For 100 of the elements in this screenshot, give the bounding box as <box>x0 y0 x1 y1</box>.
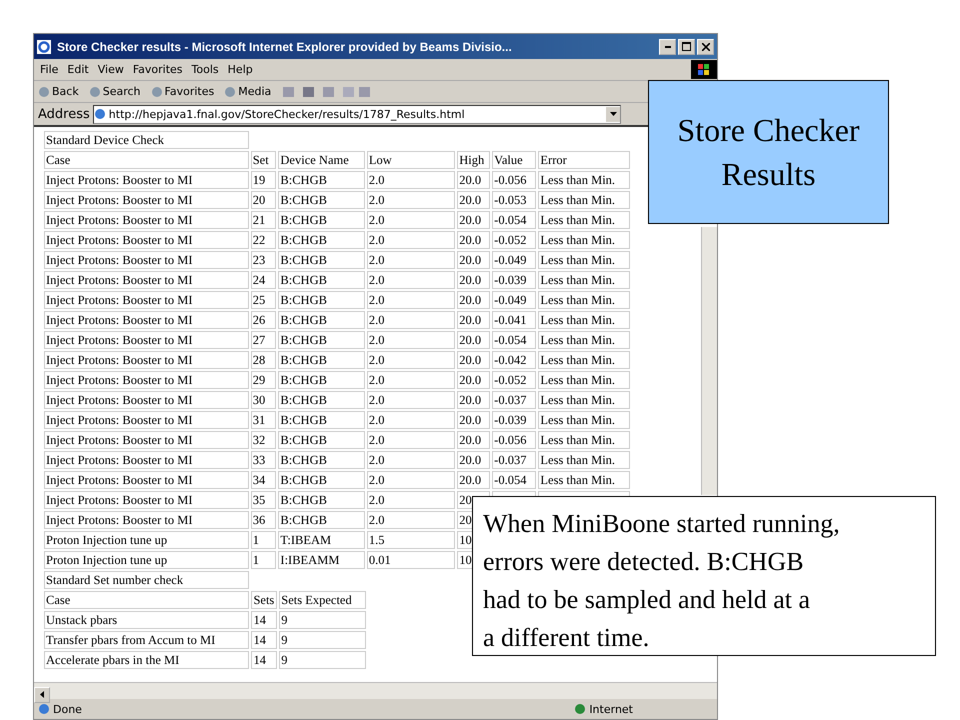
table-cell: Less than Min. <box>538 171 630 189</box>
table-cell: -0.039 <box>492 411 536 429</box>
table-cell: 9 <box>279 631 366 649</box>
toolbar-icon <box>150 86 163 98</box>
table-cell: 19 <box>250 171 276 189</box>
table-cell: 2.0 <box>366 211 456 229</box>
table-cell: B:CHGB <box>278 491 365 509</box>
table-cell: 33 <box>250 451 276 469</box>
toolbar-icon <box>38 86 50 98</box>
toolbar-button[interactable]: Favorites <box>150 85 214 98</box>
table-cell: 14 <box>251 651 278 669</box>
table-cell: 27 <box>250 331 276 349</box>
menu-item[interactable]: File <box>40 63 58 76</box>
toolbar-button[interactable]: Media <box>224 85 272 98</box>
table-cell: Inject Protons: Booster to MI <box>44 451 249 469</box>
table-cell: 9 <box>279 611 366 629</box>
table-cell: Less than Min. <box>538 411 630 429</box>
table-cell: 2.0 <box>366 471 456 489</box>
column-header: Case <box>44 151 249 169</box>
minimize-button[interactable] <box>659 38 676 54</box>
table-cell: Inject Protons: Booster to MI <box>44 431 249 449</box>
menu-item[interactable]: Favorites <box>132 63 183 76</box>
table-cell: Inject Protons: Booster to MI <box>44 511 249 529</box>
minimize-icon <box>664 46 670 48</box>
table-cell: B:CHGB <box>278 511 365 529</box>
table-cell: I:IBEAMM <box>278 551 365 569</box>
menu-item[interactable]: Tools <box>192 63 219 76</box>
table-cell: Proton Injection tune up <box>44 531 249 549</box>
table-cell: 20.0 <box>457 411 490 429</box>
maximize-button[interactable] <box>678 38 695 54</box>
table-cell: Less than Min. <box>538 231 630 249</box>
table-cell: Inject Protons: Booster to MI <box>44 271 249 289</box>
table-cell: 20.0 <box>457 471 490 489</box>
table-cell: 9 <box>279 651 366 669</box>
column-header: Device Name <box>278 151 365 169</box>
table-cell: -0.049 <box>492 291 536 309</box>
table-cell: Inject Protons: Booster to MI <box>44 291 249 309</box>
security-zone: Internet <box>574 702 633 716</box>
table-cell: 22 <box>250 231 276 249</box>
table-title: Standard Device Check <box>44 131 249 149</box>
address-field[interactable]: http://hepjava1.fnal.gov/StoreChecker/results/1787_Results.html <box>92 104 621 124</box>
table-cell: B:CHGB <box>278 311 365 329</box>
table-cell: 20.0 <box>457 251 490 269</box>
table-cell: 20.0 <box>457 331 490 349</box>
table-cell: Inject Protons: Booster to MI <box>44 211 249 229</box>
table-cell: 20.0 <box>457 391 490 409</box>
table-cell: B:CHGB <box>278 211 365 229</box>
table-cell: Less than Min. <box>538 211 630 229</box>
table-cell: Less than Min. <box>538 271 630 289</box>
menu-item[interactable]: View <box>98 63 124 76</box>
table-cell: Inject Protons: Booster to MI <box>44 311 249 329</box>
column-header: Low <box>366 151 456 169</box>
left-arrow-icon[interactable] <box>40 691 44 698</box>
toolbar-icon <box>88 86 101 98</box>
table-cell: Less than Min. <box>538 451 630 469</box>
table-cell: Inject Protons: Booster to MI <box>44 331 249 349</box>
table-cell: 20.0 <box>457 431 490 449</box>
table-cell: 0.01 <box>366 551 456 569</box>
table-cell: Less than Min. <box>538 391 630 409</box>
table-cell: Less than Min. <box>538 351 630 369</box>
vertical-scrollbar[interactable] <box>701 227 717 495</box>
table-cell: -0.056 <box>492 431 536 449</box>
menu-item[interactable]: Help <box>228 63 253 76</box>
table-cell: 2.0 <box>366 251 456 269</box>
close-button[interactable] <box>697 38 714 54</box>
table-cell: B:CHGB <box>278 191 365 209</box>
table-cell: -0.056 <box>492 171 536 189</box>
table-cell: 2.0 <box>366 511 456 529</box>
menu-item[interactable]: Edit <box>67 63 89 76</box>
column-header: Case <box>44 591 250 609</box>
table-cell: Inject Protons: Booster to MI <box>44 391 249 409</box>
table-cell: 20.0 <box>457 171 490 189</box>
table-cell: Inject Protons: Booster to MI <box>44 491 249 509</box>
table-cell: 2.0 <box>366 291 456 309</box>
table-cell: B:CHGB <box>278 371 365 389</box>
table-cell: Inject Protons: Booster to MI <box>44 251 249 269</box>
toolbar-button[interactable]: Search <box>88 85 141 98</box>
status-text: Done <box>38 702 82 716</box>
table-cell: -0.054 <box>492 211 536 229</box>
toolbar-icons-drawing[interactable] <box>281 84 372 98</box>
table-cell: 20.0 <box>457 271 490 289</box>
table-cell: B:CHGB <box>278 391 365 409</box>
table-cell: -0.054 <box>492 471 536 489</box>
table-cell: Inject Protons: Booster to MI <box>44 351 249 369</box>
table-cell: -0.037 <box>492 451 536 469</box>
table-cell: Less than Min. <box>538 371 630 389</box>
column-header: Sets Expected <box>279 591 366 609</box>
table-cell: T:IBEAM <box>278 531 365 549</box>
table-cell: -0.054 <box>492 331 536 349</box>
table-cell: 36 <box>250 511 276 529</box>
table-cell: Less than Min. <box>538 311 630 329</box>
column-header: Value <box>492 151 536 169</box>
table-cell: Accelerate pbars in the MI <box>44 651 250 669</box>
dropdown-button[interactable] <box>606 106 620 122</box>
toolbar-button[interactable]: Back <box>38 85 79 98</box>
table-cell: 2.0 <box>366 231 456 249</box>
table-cell: -0.049 <box>492 251 536 269</box>
table-cell: 2.0 <box>366 411 456 429</box>
table-cell: Proton Injection tune up <box>44 551 249 569</box>
table-cell: B:CHGB <box>278 171 365 189</box>
